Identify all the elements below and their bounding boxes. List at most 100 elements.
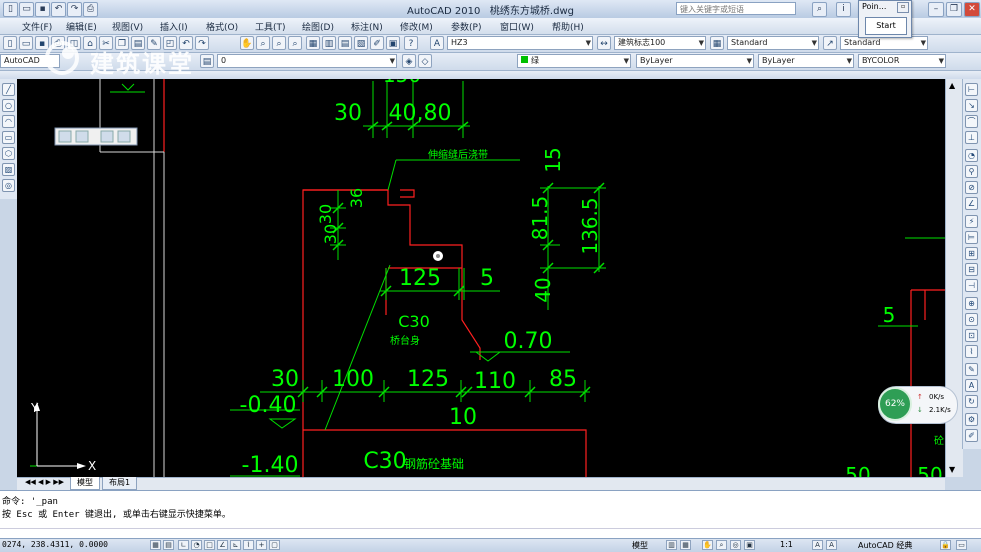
line-icon[interactable]: ╱ <box>2 83 15 96</box>
dim-style-select[interactable]: 建筑标志100 ▼ <box>614 36 706 50</box>
dim-override-icon[interactable]: ✐ <box>965 429 978 442</box>
tab-model[interactable]: 模型 <box>70 477 100 490</box>
properties-icon[interactable]: ▦ <box>306 36 320 50</box>
workspace-switch[interactable]: AutoCAD 经典 <box>858 540 912 551</box>
arc-icon[interactable]: ◠ <box>2 115 15 128</box>
dim-angular-icon[interactable]: ∠ <box>965 197 978 210</box>
print-icon[interactable]: ⎙ <box>51 36 65 50</box>
dim-arc-icon[interactable]: ⌒ <box>965 115 978 128</box>
polygon-icon[interactable]: ⬡ <box>2 147 15 160</box>
mleader-style-select[interactable]: Standard ▼ <box>840 36 928 50</box>
rectangle-icon[interactable]: ▭ <box>2 131 15 144</box>
paste-icon[interactable]: ▤ <box>131 36 145 50</box>
start-button[interactable]: Start <box>865 17 907 35</box>
table-style-select[interactable]: Standard ▼ <box>727 36 819 50</box>
dim-baseline-icon[interactable]: ⊨ <box>965 231 978 244</box>
preview-icon[interactable]: ◫ <box>67 36 81 50</box>
copy-icon[interactable]: ❐ <box>115 36 129 50</box>
publish-icon[interactable]: ⌂ <box>83 36 97 50</box>
lock-icon[interactable]: 🔒 <box>940 540 951 550</box>
dim-text-edit-icon[interactable]: A <box>965 379 978 392</box>
ortho-toggle-icon[interactable]: ∟ <box>178 540 189 550</box>
dim-space-icon[interactable]: ⊟ <box>965 263 978 276</box>
design-center-icon[interactable]: ▥ <box>322 36 336 50</box>
qp-toggle-icon[interactable]: ▢ <box>269 540 280 550</box>
search-input[interactable]: 键入关键字或短语 <box>676 2 796 15</box>
inspection-icon[interactable]: ⊡ <box>965 329 978 342</box>
menu-tools[interactable]: 工具(T) <box>255 20 286 33</box>
grid-toggle-icon[interactable]: ▤ <box>163 540 174 550</box>
menu-draw[interactable]: 绘图(D) <box>302 20 334 33</box>
dim-continue-icon[interactable]: ⊞ <box>965 247 978 260</box>
menu-insert[interactable]: 插入(I) <box>160 20 188 33</box>
workspace-select[interactable]: AutoCAD <box>0 54 60 68</box>
close-button[interactable]: ✕ <box>964 2 980 17</box>
tolerance-icon[interactable]: ⊕ <box>965 297 978 310</box>
tool-palettes-icon[interactable]: ▤ <box>338 36 352 50</box>
zoom-window-icon[interactable]: ⌕ <box>272 36 286 50</box>
menu-edit[interactable]: 编辑(E) <box>66 20 97 33</box>
menu-window[interactable]: 窗口(W) <box>500 20 534 33</box>
info-icon[interactable]: i <box>836 2 851 17</box>
quickview-layouts-icon[interactable]: ▥ <box>666 540 677 550</box>
menu-format[interactable]: 格式(O) <box>206 20 238 33</box>
dim-edit-icon[interactable]: ✎ <box>965 363 978 376</box>
mleader-style-icon[interactable]: ↗ <box>823 36 837 50</box>
pan-icon[interactable]: ✋ <box>240 36 254 50</box>
annotation-scale[interactable]: 1:1 <box>780 540 793 549</box>
osnap-toggle-icon[interactable]: □ <box>204 540 215 550</box>
dim-linear-icon[interactable]: ⊢ <box>965 83 978 96</box>
tab-layout1[interactable]: 布局1 <box>102 477 138 490</box>
dim-diameter-icon[interactable]: ⊘ <box>965 181 978 194</box>
drawing-svg[interactable]: 150 30 40,80 15 81.5 136.5 30 36 30 125 … <box>17 79 945 477</box>
zoom-realtime-icon[interactable]: ⌕ <box>256 36 270 50</box>
table-style-icon[interactable]: ▦ <box>710 36 724 50</box>
redo-icon[interactable]: ↷ <box>195 36 209 50</box>
sheet-set-icon[interactable]: ▧ <box>354 36 368 50</box>
color-select[interactable]: 绿 ▼ <box>517 54 631 68</box>
tab-nav-icons[interactable]: ◀◀ ◀ ▶ ▶▶ <box>25 478 64 486</box>
dim-style-icon[interactable]: ↔ <box>597 36 611 50</box>
dim-ordinate-icon[interactable]: ⊥ <box>965 131 978 144</box>
drawing-canvas[interactable]: 150 30 40,80 15 81.5 136.5 30 36 30 125 … <box>17 79 945 477</box>
popup-close-icon[interactable]: ▫ <box>897 2 909 13</box>
dim-break-icon[interactable]: ⊣ <box>965 279 978 292</box>
quick-dim-icon[interactable]: ⚡ <box>965 215 978 228</box>
menu-dimension[interactable]: 标注(N) <box>351 20 383 33</box>
calculator-icon[interactable]: ▣ <box>386 36 400 50</box>
dim-style-icon[interactable]: ⚙ <box>965 413 978 426</box>
auto-scale-icon[interactable]: A <box>826 540 837 550</box>
restore-button[interactable]: ❐ <box>946 2 962 17</box>
zoom-previous-icon[interactable]: ⌕ <box>288 36 302 50</box>
help-icon[interactable]: ? <box>404 36 418 50</box>
ducs-toggle-icon[interactable]: ⊾ <box>230 540 241 550</box>
zoom-status-icon[interactable]: ⌕ <box>716 540 727 550</box>
layer-properties-icon[interactable]: ▤ <box>200 54 214 68</box>
pan-status-icon[interactable]: ✋ <box>702 540 713 550</box>
otrack-toggle-icon[interactable]: ∠ <box>217 540 228 550</box>
markup-icon[interactable]: ✐ <box>370 36 384 50</box>
circle-icon[interactable]: ○ <box>2 99 15 112</box>
menu-modify[interactable]: 修改(M) <box>400 20 433 33</box>
cut-icon[interactable]: ✂ <box>99 36 113 50</box>
text-style-select[interactable]: HZ3 ▼ <box>447 36 593 50</box>
dyn-toggle-icon[interactable]: ⌇ <box>243 540 254 550</box>
jogged-linear-icon[interactable]: ⌇ <box>965 345 978 358</box>
network-usage-percent[interactable]: 62% <box>878 387 912 421</box>
steering-wheel-icon[interactable]: ◎ <box>730 540 741 550</box>
hatch-icon[interactable]: ▨ <box>2 163 15 176</box>
open-icon[interactable]: ▭ <box>19 36 33 50</box>
minimize-button[interactable]: – <box>928 2 944 17</box>
horizontal-scrollbar[interactable]: ◀◀ ◀ ▶ ▶▶ <box>17 477 945 490</box>
region-icon[interactable]: ◎ <box>2 179 15 192</box>
dim-radius-icon[interactable]: ◔ <box>965 149 978 162</box>
dim-jogged-icon[interactable]: ⚲ <box>965 165 978 178</box>
quickview-drawings-icon[interactable]: ▦ <box>680 540 691 550</box>
annotation-visibility-icon[interactable]: A <box>812 540 823 550</box>
center-mark-icon[interactable]: ⊙ <box>965 313 978 326</box>
text-style-icon[interactable]: A <box>430 36 444 50</box>
lineweight-select[interactable]: ByLayer ▼ <box>758 54 854 68</box>
menu-help[interactable]: 帮助(H) <box>552 20 584 33</box>
snap-toggle-icon[interactable]: ▦ <box>150 540 161 550</box>
layer-select[interactable]: 0 ▼ <box>217 54 397 68</box>
